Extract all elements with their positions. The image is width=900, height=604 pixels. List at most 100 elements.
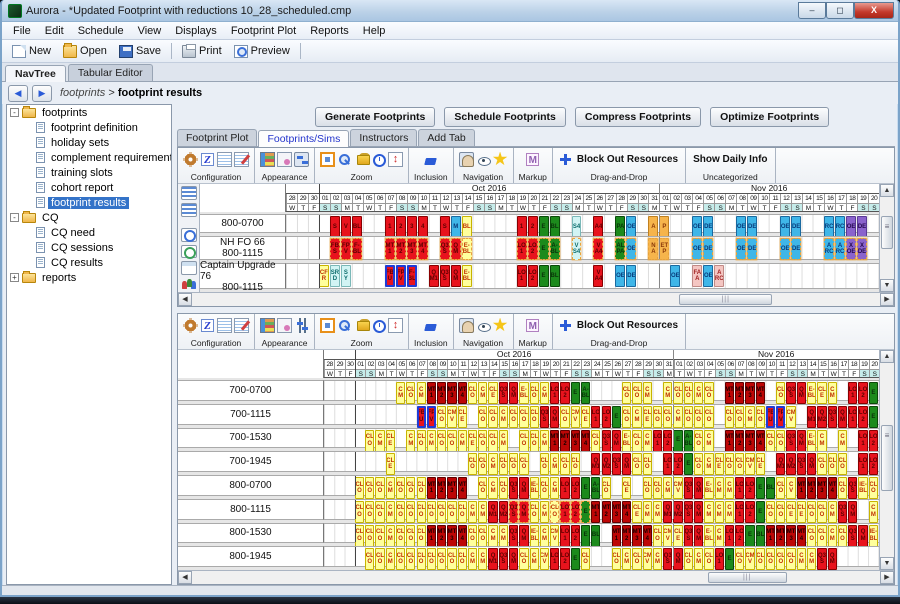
schedule-cell[interactable]: CLO [817,453,826,475]
schedule-cell[interactable]: CLO [766,430,775,452]
schedule-cell[interactable]: CLO [488,430,497,452]
schedule-cell[interactable]: CM [653,501,662,523]
schedule-cell[interactable]: CLO [653,406,662,428]
schedule-cell[interactable]: MT3 [745,430,754,452]
schedule-cell[interactable]: CLE [386,453,395,475]
schedule-cell[interactable]: CM [468,501,477,523]
schedule-cell[interactable]: Q3S [828,406,837,428]
schedule-cell[interactable]: CM [632,406,641,428]
schedule-cell[interactable]: E [539,265,549,287]
schedule-cell[interactable]: CLE [715,453,724,475]
menu-schedule[interactable]: Schedule [71,24,131,38]
magnifier-icon[interactable] [337,318,352,333]
schedule-cell[interactable]: CLO [509,406,518,428]
schedule-cell[interactable]: FPV [341,238,351,260]
block-out-resources-label[interactable]: Block Out Resources [575,154,680,165]
schedule-cell[interactable]: QM1 [663,501,672,523]
schedule-cell[interactable]: CLO [355,477,364,499]
schedule-cell[interactable]: CLO [365,525,374,547]
schedule-cell[interactable]: LO2 [571,477,580,499]
vertical-scroll-thumb[interactable] [881,216,893,248]
schedule-cell[interactable]: A-BL [684,430,693,452]
schedule-cell[interactable]: QM [694,525,703,547]
schedule-cell[interactable]: CM [725,501,734,523]
schedule-cell[interactable]: CLO [653,477,662,499]
schedule-cell[interactable]: CLO [735,406,744,428]
schedule-cell[interactable]: XOE [846,238,856,260]
inclusion-flag-icon[interactable] [424,324,437,331]
compress-footprints-button[interactable]: Compress Footprints [575,107,701,127]
time-scale-icon[interactable] [388,152,403,167]
schedule-cell[interactable]: CM [715,525,724,547]
schedule-cell[interactable]: CLO [355,525,364,547]
schedule-cell[interactable]: CM [663,382,672,404]
schedule-cell[interactable]: QM [451,238,461,260]
schedule-cell[interactable]: CM [540,501,549,523]
schedule-cell[interactable]: CLO [530,430,539,452]
schedule-cell[interactable]: DE [791,216,801,238]
schedule-cell[interactable]: E [539,216,549,238]
schedule-cell[interactable]: CM [488,453,497,475]
form-icon[interactable] [217,152,232,167]
schedule-cell[interactable]: QM [519,525,528,547]
schedule-cell[interactable]: FPV [776,406,785,428]
scroll-left-arrow[interactable]: ◀ [178,571,192,584]
scroll-up-arrow[interactable]: ▲ [880,184,894,197]
schedule-cell[interactable]: MT4 [756,382,765,404]
schedule-cell[interactable]: CLO [375,477,384,499]
horizontal-scroll-thumb[interactable] [679,294,772,305]
schedule-cell[interactable]: MT1 [725,382,734,404]
menu-file[interactable]: File [6,24,38,38]
scroll-right-arrow[interactable]: ▶ [880,571,894,584]
schedule-cell[interactable]: E [571,548,580,570]
schedule-cell[interactable]: E [571,382,580,404]
print-button[interactable]: Print [176,43,228,60]
schedule-cell[interactable]: CLO [828,453,837,475]
table-colors-icon[interactable] [260,318,275,333]
sidebar-item-holiday-sets[interactable]: holiday sets [7,135,171,150]
schedule-cell[interactable]: E [581,525,590,547]
schedule-cell[interactable]: LO2 [571,501,580,523]
schedule-cell[interactable]: QM [519,477,528,499]
schedule-cell[interactable]: E [745,525,754,547]
clock-edit-icon[interactable] [181,245,197,259]
generate-footprints-button[interactable]: Generate Footprints [315,107,435,127]
tab-add-tab[interactable]: Add Tab [418,129,474,146]
schedule-cell[interactable]: XDE [857,238,867,260]
schedule-cell[interactable]: MT4 [797,525,806,547]
row-view-icon[interactable] [181,186,197,200]
schedule-cell[interactable]: QM1 [488,548,497,570]
schedule-cell[interactable]: CLO [643,453,652,475]
schedule-cell[interactable]: QM [509,382,518,404]
sidebar-item-cq[interactable]: -CQ [7,210,171,225]
z-report-icon[interactable] [200,318,215,333]
schedule-cell[interactable]: CLO [437,406,446,428]
schedule-cell[interactable]: CLO [704,548,713,570]
schedule-cell[interactable]: SRD [330,265,340,287]
tab-footprint-plot[interactable]: Footprint Plot [177,129,257,146]
schedule-cell[interactable]: CLO [427,548,436,570]
close-button[interactable]: X [854,2,894,19]
schedule-cell[interactable]: CLO [396,477,405,499]
sidebar-item-cq-results[interactable]: CQ results [7,255,171,270]
schedule-cell[interactable]: E [756,501,765,523]
schedule-cell[interactable]: E-BL [462,238,472,260]
schedule-cell[interactable]: CLO [632,382,641,404]
schedule-cell[interactable]: CM [828,382,837,404]
schedule-cell[interactable]: CM [540,430,549,452]
schedule-cell[interactable]: CLE [756,453,765,475]
schedule-cell[interactable]: SY [341,265,351,287]
edit-form-icon[interactable] [234,152,249,167]
schedule-cell[interactable]: CLO [673,382,682,404]
schedule-cell[interactable]: LO1 [663,453,672,475]
schedule-cell[interactable]: CLO [684,548,693,570]
schedule-cell[interactable]: QM2 [602,453,611,475]
eye-icon[interactable] [476,152,491,167]
schedule-cell[interactable]: CLO [468,525,477,547]
schedule-cell[interactable]: Q3S [509,477,518,499]
schedule-cell[interactable]: A-BL [550,238,560,260]
save-button[interactable]: Save [113,43,167,60]
schedule-cell[interactable]: CLO [458,501,467,523]
menu-footprint-plot[interactable]: Footprint Plot [224,24,303,38]
schedule-cell[interactable]: IE-BL [530,525,539,547]
